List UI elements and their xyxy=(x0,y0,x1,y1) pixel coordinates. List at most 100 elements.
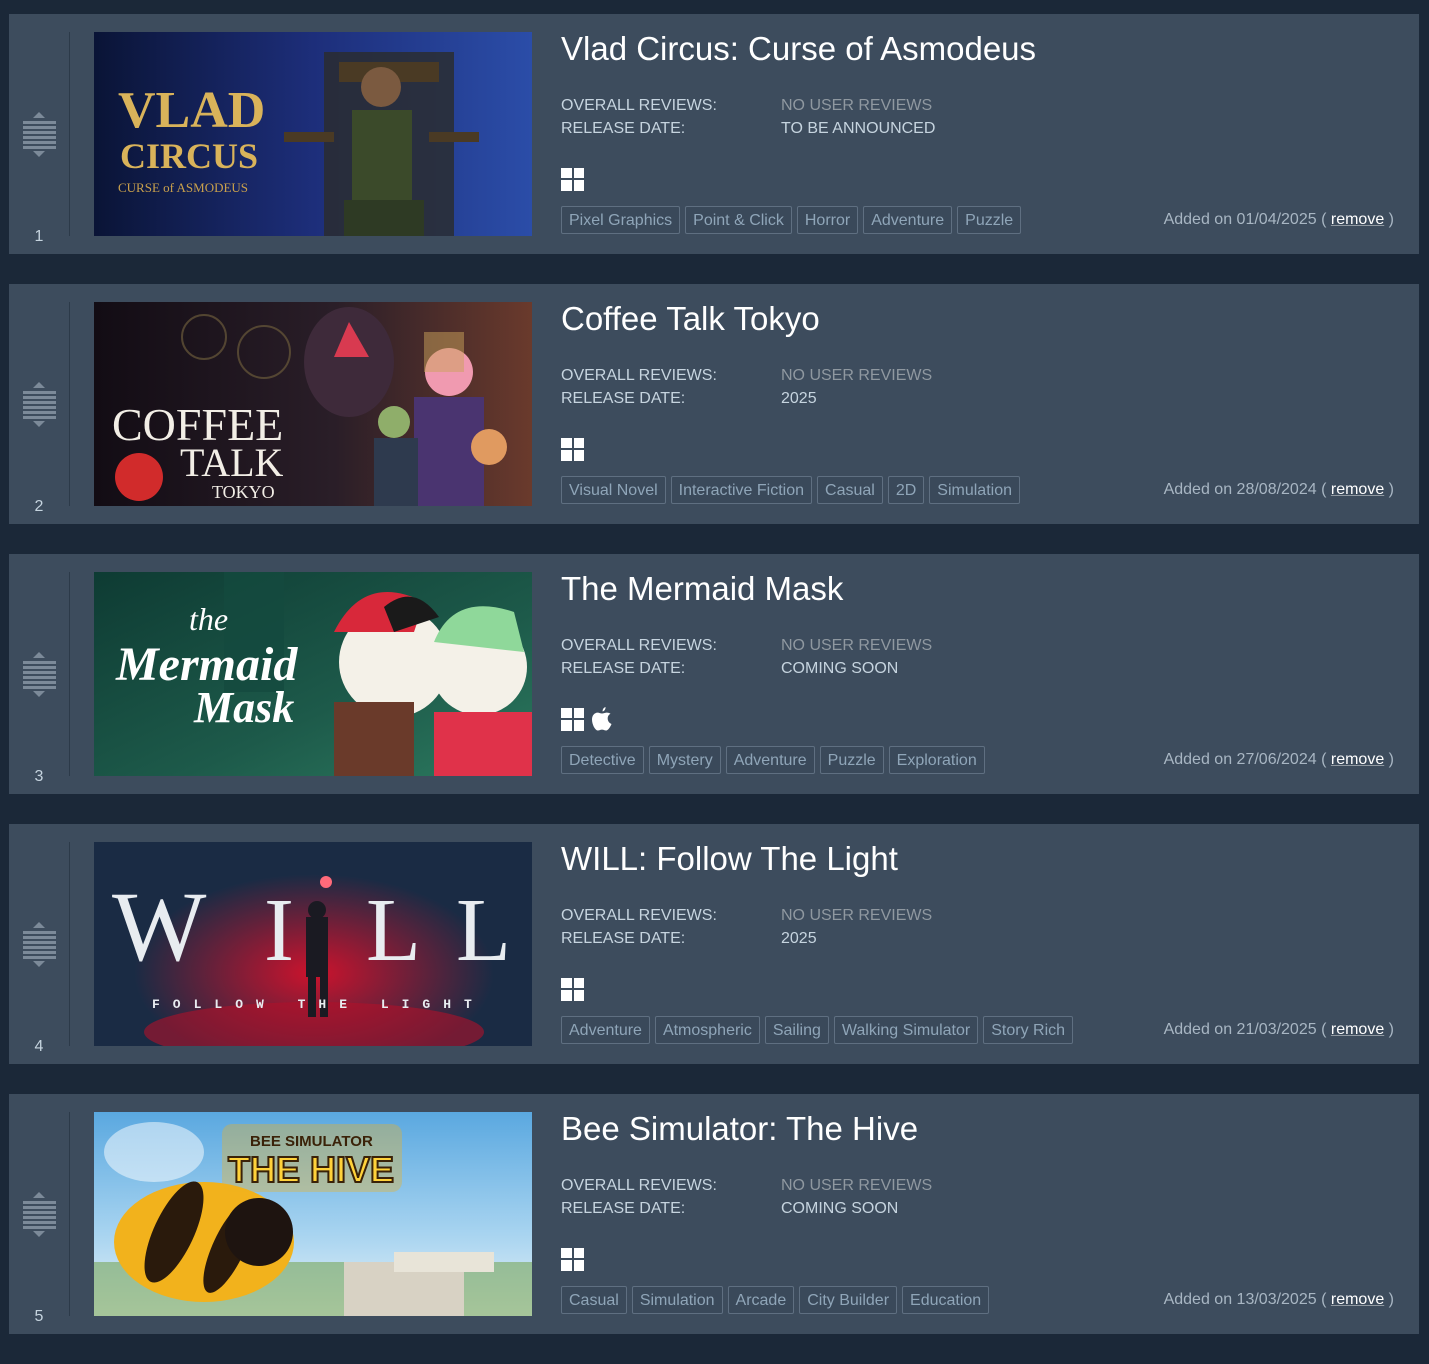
wishlist-row: 1 VLAD CIRCUS CURSE of ASMODEUS Vlad Cir… xyxy=(9,14,1419,254)
added-date: Added on 21/03/2025 ( remove ) xyxy=(1163,1021,1394,1038)
wishlist-row: 2 COFFEE TALK TOKYO Coffee Talk Tokyo OV… xyxy=(9,284,1419,524)
tag[interactable]: Mystery xyxy=(648,746,721,774)
tag-list: Detective Mystery Adventure Puzzle Explo… xyxy=(561,746,985,774)
rank-number: 2 xyxy=(34,498,44,515)
platform-icons xyxy=(561,977,584,1001)
windows-icon xyxy=(561,707,584,731)
tag-list: Pixel Graphics Point & Click Horror Adve… xyxy=(561,206,1022,234)
wishlist-row: 5 BEE SIMULATOR THE HIVE Bee Simulator: … xyxy=(9,1094,1419,1334)
tag[interactable]: 2D xyxy=(887,476,925,504)
remove-link[interactable]: remove xyxy=(1331,1291,1384,1308)
added-date: Added on 27/06/2024 ( remove ) xyxy=(1163,751,1394,768)
game-capsule-image[interactable]: BEE SIMULATOR THE HIVE xyxy=(94,1112,532,1316)
added-date: Added on 13/03/2025 ( remove ) xyxy=(1163,1291,1394,1308)
tag[interactable]: Atmospheric xyxy=(654,1016,760,1044)
overall-reviews-value: NO USER REVIEWS xyxy=(781,637,933,654)
tag[interactable]: Adventure xyxy=(561,1016,650,1044)
overall-reviews-value: NO USER REVIEWS xyxy=(781,907,933,924)
release-date-label: RELEASE DATE: xyxy=(561,390,686,407)
drag-handle[interactable]: 2 xyxy=(9,302,70,515)
tag[interactable]: Casual xyxy=(817,476,883,504)
remove-link[interactable]: remove xyxy=(1331,211,1384,228)
release-date-value: COMING SOON xyxy=(781,1200,899,1217)
tag[interactable]: Puzzle xyxy=(819,746,884,774)
tag[interactable]: Point & Click xyxy=(685,206,792,234)
drag-grip-icon xyxy=(23,382,56,428)
overall-reviews-label: OVERALL REVIEWS: xyxy=(561,1177,717,1194)
drag-handle[interactable]: 1 xyxy=(9,32,70,245)
windows-icon xyxy=(561,1247,584,1271)
svg-text:Mask: Mask xyxy=(193,683,294,732)
remove-link[interactable]: remove xyxy=(1331,1021,1384,1038)
added-date-value: 28/08/2024 xyxy=(1236,481,1317,498)
wishlist: 1 VLAD CIRCUS CURSE of ASMODEUS Vlad Cir… xyxy=(9,14,1419,1364)
game-title[interactable]: Vlad Circus: Curse of Asmodeus xyxy=(561,30,1036,68)
tag[interactable]: Arcade xyxy=(727,1286,795,1314)
windows-icon xyxy=(561,167,584,191)
tag-list: Visual Novel Interactive Fiction Casual … xyxy=(561,476,1020,504)
tag[interactable]: Walking Simulator xyxy=(833,1016,979,1044)
release-date-value: 2025 xyxy=(781,390,817,407)
tag[interactable]: Adventure xyxy=(863,206,953,234)
overall-reviews-value: NO USER REVIEWS xyxy=(781,97,933,114)
game-title[interactable]: Coffee Talk Tokyo xyxy=(561,300,820,338)
rank-number: 4 xyxy=(34,1038,44,1055)
game-capsule-image[interactable]: W I L L FOLLOW THE LIGHT xyxy=(94,842,532,1046)
tag[interactable]: Simulation xyxy=(631,1286,723,1314)
tag[interactable]: Casual xyxy=(561,1286,627,1314)
overall-reviews-label: OVERALL REVIEWS: xyxy=(561,907,717,924)
capsule-logo-text: BEE SIMULATOR xyxy=(250,1133,373,1150)
remove-link[interactable]: remove xyxy=(1331,751,1384,768)
tag[interactable]: City Builder xyxy=(799,1286,898,1314)
capsule-logo-text: VLAD xyxy=(118,82,265,139)
overall-reviews-value: NO USER REVIEWS xyxy=(781,367,933,384)
tag[interactable]: Detective xyxy=(561,746,644,774)
tag[interactable]: Exploration xyxy=(888,746,985,774)
game-capsule-image[interactable]: the Mermaid Mask xyxy=(94,572,532,776)
svg-text:CURSE of ASMODEUS: CURSE of ASMODEUS xyxy=(118,180,248,195)
windows-icon xyxy=(561,977,584,1001)
drag-grip-icon xyxy=(23,922,56,968)
game-title[interactable]: WILL: Follow The Light xyxy=(561,840,898,878)
windows-icon xyxy=(561,437,584,461)
tag[interactable]: Story Rich xyxy=(983,1016,1074,1044)
tag[interactable]: Puzzle xyxy=(957,206,1022,234)
svg-text:THE HIVE: THE HIVE xyxy=(228,1149,394,1190)
release-date-label: RELEASE DATE: xyxy=(561,930,686,947)
tag[interactable]: Adventure xyxy=(725,746,815,774)
drag-handle[interactable]: 4 xyxy=(9,842,70,1055)
platform-icons xyxy=(561,1247,584,1271)
release-date-value: COMING SOON xyxy=(781,660,899,677)
added-date-value: 13/03/2025 xyxy=(1236,1291,1317,1308)
game-title[interactable]: Bee Simulator: The Hive xyxy=(561,1110,918,1148)
game-capsule-image[interactable]: COFFEE TALK TOKYO xyxy=(94,302,532,506)
platform-icons xyxy=(561,167,584,191)
tag[interactable]: Pixel Graphics xyxy=(561,206,681,234)
tag[interactable]: Simulation xyxy=(929,476,1020,504)
added-date-value: 21/03/2025 xyxy=(1236,1021,1317,1038)
drag-handle[interactable]: 5 xyxy=(9,1112,70,1325)
svg-text:TOKYO: TOKYO xyxy=(212,482,275,502)
drag-grip-icon xyxy=(23,112,56,158)
tag[interactable]: Visual Novel xyxy=(561,476,666,504)
capsule-logo-text: W xyxy=(112,871,207,982)
tag[interactable]: Education xyxy=(902,1286,990,1314)
apple-icon xyxy=(592,707,612,731)
drag-handle[interactable]: 3 xyxy=(9,572,70,785)
overall-reviews-label: OVERALL REVIEWS: xyxy=(561,97,717,114)
added-date-value: 01/04/2025 xyxy=(1236,211,1317,228)
tag-list: Casual Simulation Arcade City Builder Ed… xyxy=(561,1286,990,1314)
svg-text:TALK: TALK xyxy=(180,440,284,485)
tag[interactable]: Sailing xyxy=(764,1016,829,1044)
tag[interactable]: Interactive Fiction xyxy=(670,476,813,504)
game-capsule-image[interactable]: VLAD CIRCUS CURSE of ASMODEUS xyxy=(94,32,532,236)
game-title[interactable]: The Mermaid Mask xyxy=(561,570,843,608)
tag[interactable]: Horror xyxy=(796,206,859,234)
svg-text:FOLLOW THE LIGHT: FOLLOW THE LIGHT xyxy=(152,997,485,1012)
release-date-label: RELEASE DATE: xyxy=(561,660,686,677)
svg-text:L: L xyxy=(456,881,511,980)
release-date-value: TO BE ANNOUNCED xyxy=(781,120,936,137)
rank-number: 3 xyxy=(34,768,44,785)
rank-number: 1 xyxy=(34,228,44,245)
remove-link[interactable]: remove xyxy=(1331,481,1384,498)
